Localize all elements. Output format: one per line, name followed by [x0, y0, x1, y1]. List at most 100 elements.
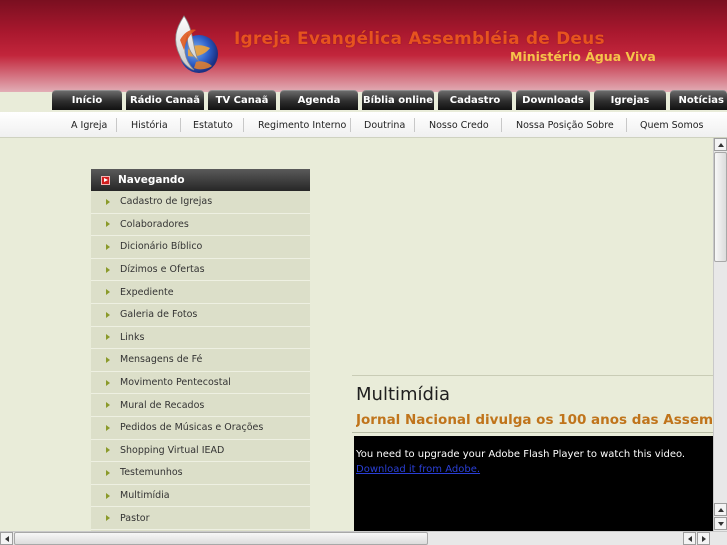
flash-upgrade-message: You need to upgrade your Adobe Flash Pla… — [356, 449, 686, 460]
arrow-right-icon — [106, 424, 110, 431]
arrow-right-icon — [701, 535, 706, 542]
main-nav-tab-agenda[interactable]: Agenda — [280, 90, 358, 110]
arrow-right-icon — [106, 356, 110, 363]
scroll-up-button-lower[interactable] — [714, 503, 727, 516]
sub-nav-nossa-posicao[interactable]: Nossa Posição Sobre — [516, 112, 614, 138]
sidebar-item-label: Dicionário Bíblico — [120, 241, 203, 253]
sub-nav-separator — [116, 118, 117, 132]
arrow-right-icon — [106, 492, 110, 499]
title-divider — [352, 432, 713, 433]
sidebar-item-dicionario-biblico[interactable]: Dicionário Bíblico — [91, 236, 310, 259]
arrow-right-icon — [106, 447, 110, 454]
sidebar-item-mensagens-de-fe[interactable]: Mensagens de Fé — [91, 349, 310, 372]
sidebar-item-movimento-pentecostal[interactable]: Movimento Pentecostal — [91, 372, 310, 395]
sidebar-item-label: Expediente — [120, 286, 174, 298]
sidebar-item-multimidia[interactable]: Multimídia — [91, 485, 310, 508]
arrow-right-icon — [106, 515, 110, 522]
arrow-right-icon — [106, 266, 110, 273]
sidebar-item-label: Pedidos de Músicas e Orações — [120, 422, 264, 434]
sidebar-item-label: Galeria de Fotos — [120, 309, 198, 321]
page-title: Multimídia — [356, 384, 450, 405]
sub-nav-nosso-credo[interactable]: Nosso Credo — [429, 112, 489, 138]
sidebar-item-label: Pastor — [120, 512, 150, 524]
sidebar-item-testemunhos[interactable]: Testemunhos — [91, 462, 310, 485]
arrow-right-icon — [106, 334, 110, 341]
sidebar-item-cadastro-de-igrejas[interactable]: Cadastro de Igrejas — [91, 191, 310, 214]
sidebar-header-label: Navegando — [118, 174, 185, 186]
scroll-left-button-right[interactable] — [683, 532, 696, 545]
arrow-right-icon — [106, 198, 110, 205]
arrow-right-icon — [106, 402, 110, 409]
arrow-left-icon — [687, 535, 692, 542]
sub-nav-historia[interactable]: História — [131, 112, 168, 138]
site-subtitle: Ministério Água Viva — [510, 49, 656, 64]
sub-nav-separator — [626, 118, 627, 132]
scroll-left-button[interactable] — [0, 532, 13, 545]
arrow-right-icon — [106, 469, 110, 476]
sidebar-item-label: Cadastro de Igrejas — [120, 196, 213, 208]
sidebar-item-label: Colaboradores — [120, 218, 189, 230]
main-nav-tab-inicio[interactable]: Início — [52, 90, 122, 110]
scroll-up-button[interactable] — [714, 138, 727, 151]
arrow-down-icon — [717, 521, 724, 526]
sidebar-item-mural-de-recados[interactable]: Mural de Recados — [91, 394, 310, 417]
article-title[interactable]: Jornal Nacional divulga os 100 anos das … — [356, 412, 713, 428]
scroll-right-button[interactable] — [697, 532, 710, 545]
content-divider — [352, 375, 713, 376]
sub-nav-separator — [501, 118, 502, 132]
arrow-right-icon — [106, 379, 110, 386]
vertical-scroll-thumb[interactable] — [714, 152, 727, 262]
main-nav-tab-cadastro[interactable]: Cadastro — [438, 90, 512, 110]
arrow-right-icon — [106, 311, 110, 318]
sidebar-item-label: Dízimos e Ofertas — [120, 264, 205, 276]
church-logo-icon[interactable] — [166, 10, 226, 78]
site-title: Igreja Evangélica Assembléia de Deus — [234, 29, 605, 49]
scroll-down-button[interactable] — [714, 517, 727, 530]
sub-nav-separator — [414, 118, 415, 132]
sidebar-item-label: Testemunhos — [120, 467, 183, 479]
sidebar-nav: Navegando Cadastro de Igrejas Colaborado… — [91, 169, 310, 531]
horizontal-scroll-thumb[interactable] — [14, 532, 428, 545]
sub-nav-quem-somos[interactable]: Quem Somos — [640, 112, 703, 138]
sub-nav-estatuto[interactable]: Estatuto — [193, 112, 233, 138]
sidebar-item-pastor[interactable]: Pastor — [91, 507, 310, 530]
main-nav: Início Rádio Canaã TV Canaã Agenda Bíbli… — [0, 88, 727, 112]
sidebar-item-dizimos-e-ofertas[interactable]: Dízimos e Ofertas — [91, 259, 310, 282]
sidebar-item-label: Links — [120, 331, 145, 343]
sidebar-item-shopping-virtual[interactable]: Shopping Virtual IEAD — [91, 440, 310, 463]
arrow-right-icon — [106, 243, 110, 250]
sidebar-item-label: Movimento Pentecostal — [120, 377, 231, 389]
sub-nav-separator — [350, 118, 351, 132]
sub-nav-regimento-interno[interactable]: Regimento Interno — [258, 112, 346, 138]
sidebar-item-pedidos[interactable]: Pedidos de Músicas e Orações — [91, 417, 310, 440]
horizontal-scrollbar[interactable] — [0, 531, 727, 545]
main-nav-tab-tv-canaa[interactable]: TV Canaã — [208, 90, 276, 110]
arrow-left-icon — [4, 535, 9, 542]
video-player[interactable]: You need to upgrade your Adobe Flash Pla… — [354, 436, 713, 531]
arrow-right-icon — [106, 289, 110, 296]
sub-nav-separator — [243, 118, 244, 132]
main-nav-tab-radio-canaa[interactable]: Rádio Canaã — [126, 90, 204, 110]
vertical-scrollbar[interactable] — [713, 138, 727, 531]
sidebar-item-links[interactable]: Links — [91, 327, 310, 350]
main-nav-tab-igrejas[interactable]: Igrejas — [594, 90, 666, 110]
arrow-up-icon — [717, 507, 724, 512]
main-nav-tab-noticias[interactable]: Notícias — [670, 90, 727, 110]
arrow-right-icon — [106, 221, 110, 228]
play-bullet-icon — [101, 175, 110, 185]
site-header: Igreja Evangélica Assembléia de Deus Min… — [0, 0, 727, 92]
sidebar-item-label: Shopping Virtual IEAD — [120, 444, 225, 456]
flash-download-link[interactable]: Download it from Adobe. — [356, 464, 480, 475]
main-nav-tab-biblia-online[interactable]: Bíblia online — [362, 90, 434, 110]
sidebar-item-expediente[interactable]: Expediente — [91, 281, 310, 304]
sub-nav: A Igreja História Estatuto Regimento Int… — [0, 112, 727, 138]
main-nav-tab-downloads[interactable]: Downloads — [516, 90, 590, 110]
sidebar-item-colaboradores[interactable]: Colaboradores — [91, 214, 310, 237]
sub-nav-separator — [180, 118, 181, 132]
sidebar-header: Navegando — [91, 169, 310, 191]
arrow-up-icon — [717, 142, 724, 147]
sub-nav-a-igreja[interactable]: A Igreja — [71, 112, 107, 138]
sub-nav-doutrina[interactable]: Doutrina — [364, 112, 405, 138]
sidebar-item-label: Mensagens de Fé — [120, 354, 203, 366]
sidebar-item-galeria-de-fotos[interactable]: Galeria de Fotos — [91, 304, 310, 327]
